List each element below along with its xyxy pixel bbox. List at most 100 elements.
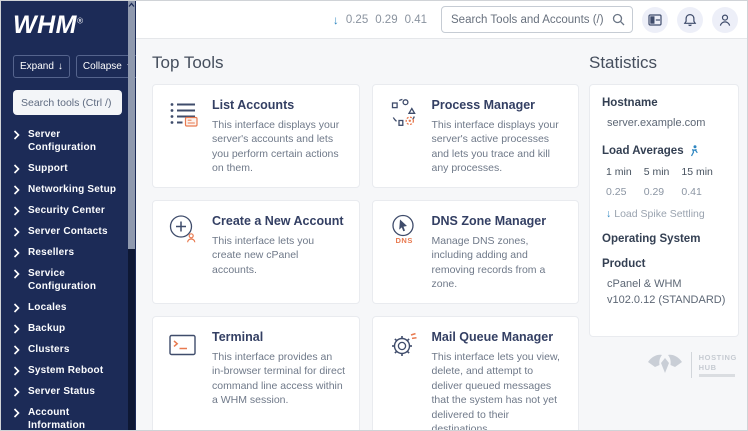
load-trend-down-icon: ↓ xyxy=(333,13,339,27)
sidebar-item-label: Networking Setup xyxy=(28,183,116,196)
sidebar-item-clusters[interactable]: Clusters xyxy=(13,339,122,360)
tool-card-create-a-new-account[interactable]: Create a New Account This interface lets… xyxy=(152,200,360,304)
sidebar-scrollbar-thumb[interactable] xyxy=(128,1,135,249)
load-15min: 0.41 xyxy=(405,14,427,26)
sidebar-item-server-configuration[interactable]: Server Configuration xyxy=(13,124,122,158)
sidebar-item-resellers[interactable]: Resellers xyxy=(13,242,122,263)
sidebar-scrollbar[interactable] xyxy=(128,1,135,430)
chevron-right-icon xyxy=(13,345,20,355)
tool-card-dns-zone-manager[interactable]: DNS DNS Zone Manager Manage DNS zones, i… xyxy=(372,200,580,304)
create-account-icon xyxy=(166,212,200,292)
collapse-button[interactable]: Collapse ↑ xyxy=(76,55,136,78)
operating-system-label: Operating System xyxy=(602,233,726,245)
chevron-right-icon xyxy=(13,324,20,334)
top-tools-heading: Top Tools xyxy=(152,53,579,73)
topbar: ↓ 0.25 0.29 0.41 xyxy=(136,1,747,39)
chevron-right-icon xyxy=(13,366,20,376)
product-label: Product xyxy=(602,258,726,270)
sidebar-item-backup[interactable]: Backup xyxy=(13,318,122,339)
load-1min: 0.25 xyxy=(346,14,368,26)
statistics-heading: Statistics xyxy=(589,53,739,73)
tool-card-text: List Accounts This interface displays yo… xyxy=(212,96,346,176)
chevron-right-icon xyxy=(13,387,20,397)
global-search xyxy=(441,6,633,33)
sidebar-item-security-center[interactable]: Security Center xyxy=(13,200,122,221)
load-5min: 0.29 xyxy=(375,14,397,26)
tool-card-text: Terminal This interface provides an in-b… xyxy=(212,328,346,430)
chevron-right-icon xyxy=(13,164,20,174)
arrow-down-icon: ↓ xyxy=(58,61,63,72)
hosting-hub-wings-icon xyxy=(646,353,684,377)
load-averages-label-text: Load Averages xyxy=(602,145,684,157)
search-icon xyxy=(612,13,625,26)
load-header: 1 min xyxy=(606,166,632,178)
chevron-right-icon xyxy=(13,227,20,237)
tool-card-title: Terminal xyxy=(212,330,346,344)
expand-button[interactable]: Expand ↓ xyxy=(13,55,70,78)
chevron-right-icon xyxy=(13,269,20,279)
process-manager-icon xyxy=(386,96,420,176)
watermark-tagline-bar xyxy=(699,374,735,377)
user-icon xyxy=(718,13,732,27)
chevron-right-icon xyxy=(13,303,20,313)
sidebar-item-networking-setup[interactable]: Networking Setup xyxy=(13,179,122,200)
chevron-right-icon xyxy=(13,408,20,418)
arrow-down-icon: ↓ xyxy=(606,208,611,220)
bell-icon xyxy=(683,13,697,27)
user-menu-button[interactable] xyxy=(712,7,738,33)
sidebar-item-server-contacts[interactable]: Server Contacts xyxy=(13,221,122,242)
watermark-line1: HOSTING xyxy=(699,353,737,362)
load-spike-status: ↓ Load Spike Settling xyxy=(606,208,726,220)
sidebar-item-system-reboot[interactable]: System Reboot xyxy=(13,360,122,381)
sidebar-item-label: Account Information xyxy=(28,406,122,430)
tool-card-description: This interface lets you view, delete, an… xyxy=(432,350,566,430)
hostname-label: Hostname xyxy=(602,97,726,109)
load-value: 0.29 xyxy=(644,186,670,198)
tool-card-list-accounts[interactable]: List Accounts This interface displays yo… xyxy=(152,84,360,188)
load-header: 15 min xyxy=(681,166,713,178)
tool-card-mail-queue-manager[interactable]: Mail Queue Manager This interface lets y… xyxy=(372,316,580,430)
load-value: 0.25 xyxy=(606,186,632,198)
tool-card-text: Create a New Account This interface lets… xyxy=(212,212,346,292)
sidebar-item-account-information[interactable]: Account Information xyxy=(13,402,122,430)
sidebar-search-input[interactable] xyxy=(13,90,122,115)
sidebar: WHM® Expand ↓ Collapse ↑ Server Configur… xyxy=(1,1,136,430)
chevron-right-icon xyxy=(13,185,20,195)
load-averages-label: Load Averages xyxy=(602,145,726,157)
sidebar-item-label: Security Center xyxy=(28,204,105,217)
sidebar-item-label: System Reboot xyxy=(28,364,103,377)
watermark-line2: HUB xyxy=(699,363,737,372)
tool-card-title: DNS Zone Manager xyxy=(432,214,566,228)
apps-grid-icon xyxy=(648,14,662,26)
sidebar-nav: Server Configuration Support Networking … xyxy=(13,124,122,430)
sidebar-item-label: Clusters xyxy=(28,343,70,356)
tool-card-title: Mail Queue Manager xyxy=(432,330,566,344)
tool-card-process-manager[interactable]: Process Manager This interface displays … xyxy=(372,84,580,188)
tool-card-description: This interface displays your server's ac… xyxy=(212,118,346,176)
sidebar-item-label: Service Configuration xyxy=(28,267,96,293)
sidebar-item-server-status[interactable]: Server Status xyxy=(13,381,122,402)
tool-card-description: This interface lets you create new cPane… xyxy=(212,234,346,277)
tool-card-title: List Accounts xyxy=(212,98,346,112)
sidebar-item-label: Resellers xyxy=(28,246,74,259)
sidebar-item-label: Locales xyxy=(28,301,67,314)
top-tools-grid: List Accounts This interface displays yo… xyxy=(152,84,579,430)
chevron-right-icon xyxy=(13,248,20,258)
global-search-input[interactable] xyxy=(441,6,633,33)
sidebar-item-label: Server Contacts xyxy=(28,225,108,238)
notifications-button[interactable] xyxy=(677,7,703,33)
hostname-value: server.example.com xyxy=(607,116,726,132)
whm-app: WHM® Expand ↓ Collapse ↑ Server Configur… xyxy=(0,0,748,431)
feature-showcase-button[interactable] xyxy=(642,7,668,33)
sidebar-item-locales[interactable]: Locales xyxy=(13,297,122,318)
sidebar-item-support[interactable]: Support xyxy=(13,158,122,179)
tool-card-terminal[interactable]: Terminal This interface provides an in-b… xyxy=(152,316,360,430)
tool-card-text: Process Manager This interface displays … xyxy=(432,96,566,176)
mail-queue-manager-icon xyxy=(386,328,420,430)
sidebar-item-service-configuration[interactable]: Service Configuration xyxy=(13,263,122,297)
load-runner-icon[interactable] xyxy=(689,145,699,157)
watermark-divider xyxy=(691,352,692,378)
registered-mark: ® xyxy=(77,17,83,26)
watermark-text: HOSTING HUB xyxy=(699,353,737,377)
collapse-label: Collapse xyxy=(83,61,122,72)
